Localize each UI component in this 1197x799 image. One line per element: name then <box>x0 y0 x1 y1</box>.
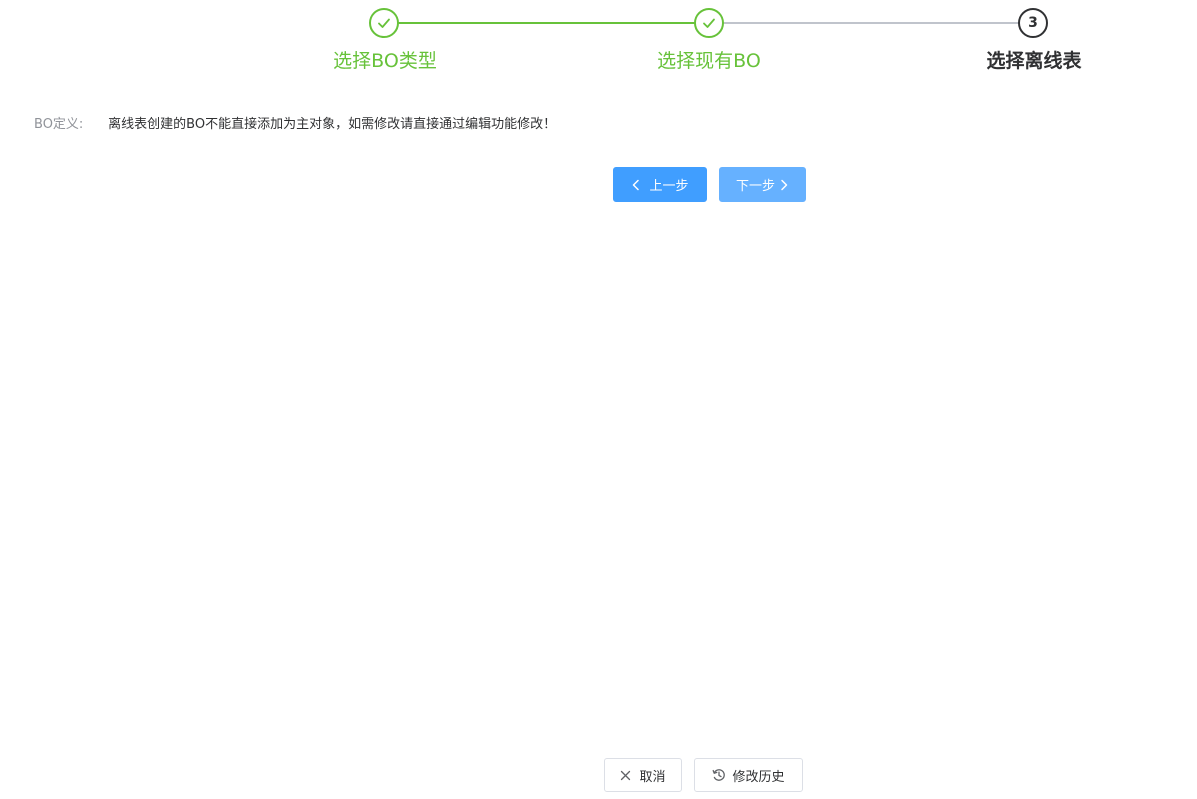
cancel-button[interactable]: 取消 <box>604 758 682 792</box>
bo-definition-row: BO定义: 离线表创建的BO不能直接添加为主对象，如需修改请直接通过编辑功能修改… <box>34 115 556 135</box>
step-connector-completed <box>398 22 696 24</box>
step-1-title: 选择BO类型 <box>333 50 437 72</box>
step-2-check-icon <box>694 8 724 38</box>
step-connector-pending <box>723 22 1020 24</box>
history-icon <box>712 768 726 782</box>
chevron-right-icon <box>779 179 789 191</box>
modify-history-button[interactable]: 修改历史 <box>694 758 803 792</box>
step-2-title: 选择现有BO <box>657 50 761 72</box>
chevron-left-icon <box>631 179 641 191</box>
cancel-label: 取消 <box>639 769 666 785</box>
step-3-title: 选择离线表 <box>986 50 1082 72</box>
close-icon <box>620 770 631 781</box>
wizard-steps: 选择BO类型 选择现有BO 3 选择离线表 <box>0 0 1197 90</box>
previous-step-button[interactable]: 上一步 <box>613 167 707 202</box>
previous-step-label: 上一步 <box>649 179 689 194</box>
modify-history-label: 修改历史 <box>732 769 785 785</box>
step-1-check-icon <box>369 8 399 38</box>
step-3-number: 3 <box>1018 8 1048 38</box>
next-step-button[interactable]: 下一步 <box>719 167 806 202</box>
bo-definition-text: 离线表创建的BO不能直接添加为主对象，如需修改请直接通过编辑功能修改！ <box>108 117 557 132</box>
bo-definition-label: BO定义: <box>34 117 84 132</box>
next-step-label: 下一步 <box>735 179 775 194</box>
